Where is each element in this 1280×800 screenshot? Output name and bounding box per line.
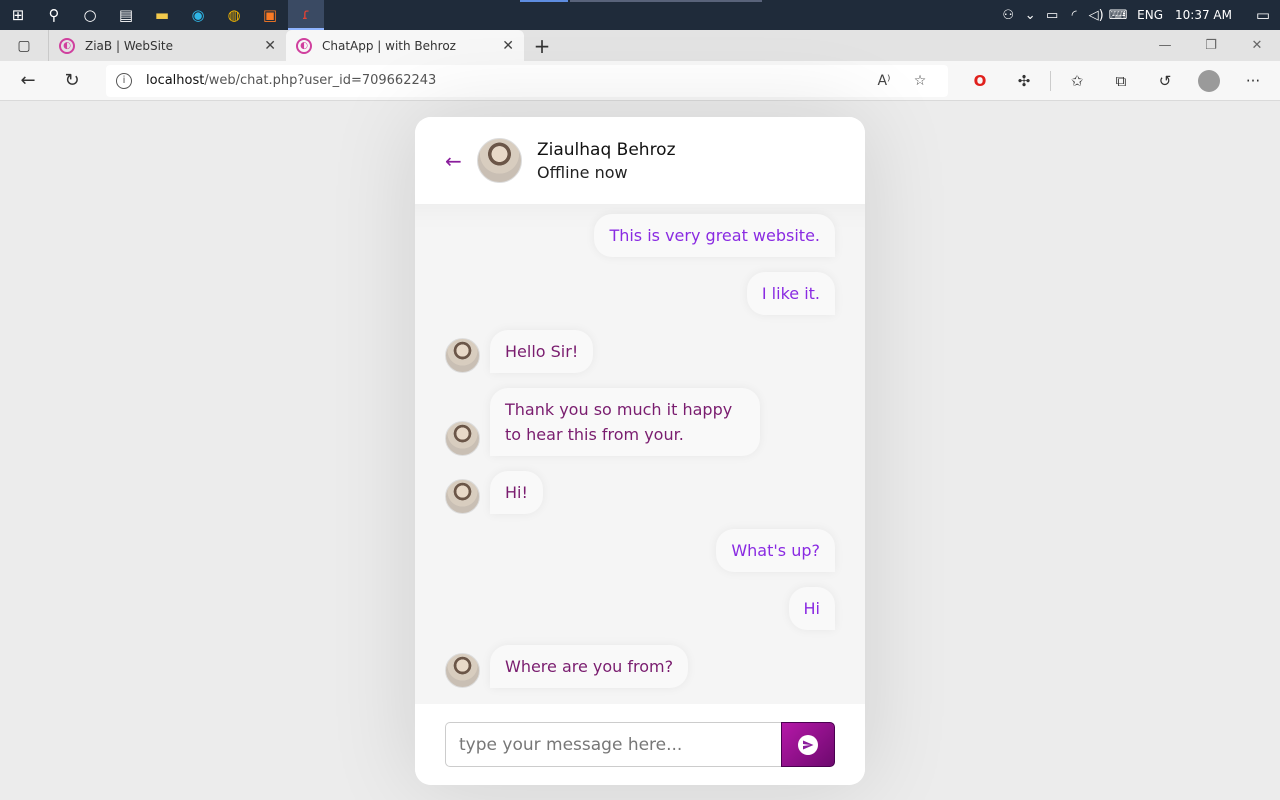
favorites-icon[interactable]: ✩	[1055, 72, 1099, 90]
taskbar-highlight	[520, 0, 568, 2]
peer-name: Ziaulhaq Behroz	[537, 139, 676, 160]
toolbar-divider	[1050, 70, 1051, 91]
incoming-message: Hello Sir!	[445, 330, 835, 373]
message-bubble: Thank you so much it happy to hear this …	[490, 388, 760, 456]
tab-title: ZiaB | WebSite	[85, 38, 174, 53]
tab-title: ChatApp | with Behroz	[322, 38, 456, 53]
avatar	[445, 653, 480, 688]
tab-actions-icon[interactable]: ▢	[0, 30, 48, 61]
tab-favicon-icon: ◐	[296, 37, 312, 54]
peer-status: Offline now	[537, 162, 628, 182]
toolbar-icons: O ✣ ✩ ⧉ ↺ ···	[958, 69, 1275, 92]
message-bubble: I like it.	[746, 272, 835, 315]
incoming-message: Thank you so much it happy to hear this …	[445, 388, 835, 456]
url-path: /web/chat.php?user_id=709662243	[204, 73, 437, 88]
back-arrow-icon[interactable]: ←	[445, 149, 465, 173]
history-icon[interactable]: ↺	[1143, 72, 1187, 90]
peer-info: Ziaulhaq Behroz Offline now	[537, 140, 676, 182]
people-icon[interactable]: ⚇	[997, 8, 1019, 23]
back-icon[interactable]: ←	[6, 61, 50, 101]
chat-card: ← Ziaulhaq Behroz Offline now This is ve…	[415, 117, 865, 785]
collections-icon[interactable]: ⧉	[1099, 72, 1143, 90]
incoming-message: Hi!	[445, 471, 835, 514]
avatar	[445, 479, 480, 514]
xampp-icon[interactable]: ▣	[252, 0, 288, 30]
app-icon-active[interactable]: ɾ	[288, 0, 324, 30]
address-bar[interactable]: i localhost/web/chat.php?user_id=7096622…	[106, 64, 948, 97]
outgoing-message: Hi	[445, 587, 835, 630]
tab-strip: ▢ ◐ ZiaB | WebSite ✕ ◐ ChatApp | with Be…	[0, 30, 1280, 61]
windows-taskbar: ⊞ ⚲ ○ ▤ ▬ ◉ ◍ ▣ ɾ ⚇ ⌄ ▭ ◜ ◁) ⌨ ENG 10:37…	[0, 0, 1280, 30]
search-icon[interactable]: ⚲	[36, 0, 72, 30]
close-tab-icon[interactable]: ✕	[264, 38, 276, 54]
url-host: localhost	[146, 73, 205, 88]
notifications-icon[interactable]: ▭	[1246, 6, 1280, 24]
chat-box[interactable]: This is very great website. I like it. H…	[415, 204, 865, 704]
typing-area	[415, 704, 865, 785]
outgoing-message: This is very great website.	[445, 214, 835, 257]
tab-chatapp[interactable]: ◐ ChatApp | with Behroz ✕	[286, 30, 524, 61]
message-bubble: Hi	[788, 587, 835, 630]
wifi-icon[interactable]: ◜	[1063, 8, 1085, 23]
taskbar-highlight-2	[570, 0, 762, 2]
clock[interactable]: 10:37 AM	[1175, 8, 1232, 22]
file-explorer-icon[interactable]: ▬	[144, 0, 180, 30]
profile-avatar-icon[interactable]	[1198, 69, 1220, 92]
message-bubble: This is very great website.	[594, 214, 835, 257]
add-favorite-icon[interactable]: ☆	[902, 73, 938, 89]
message-bubble: Where are you from?	[490, 645, 689, 688]
close-tab-icon[interactable]: ✕	[502, 38, 514, 54]
outgoing-message: What's up?	[445, 529, 835, 572]
more-menu-icon[interactable]: ···	[1231, 72, 1275, 90]
send-icon	[798, 734, 818, 755]
new-tab-button[interactable]: +	[524, 30, 560, 61]
extensions-icon[interactable]: ✣	[1002, 72, 1046, 90]
windows-start-icon[interactable]: ⊞	[0, 0, 36, 30]
volume-icon[interactable]: ◁)	[1085, 8, 1107, 23]
message-bubble: Hello Sir!	[490, 330, 594, 373]
battery-icon[interactable]: ▭	[1041, 8, 1063, 23]
outgoing-message: I like it.	[445, 272, 835, 315]
edge-icon[interactable]: ◉	[180, 0, 216, 30]
chat-header: ← Ziaulhaq Behroz Offline now	[415, 117, 865, 204]
browser-toolbar: ← ↻ i localhost/web/chat.php?user_id=709…	[0, 61, 1280, 101]
opera-extension-icon[interactable]: O	[958, 72, 1002, 90]
incoming-message: Where are you from?	[445, 645, 835, 688]
message-bubble: What's up?	[716, 529, 835, 572]
read-aloud-icon[interactable]: A⁾	[866, 73, 902, 89]
refresh-icon[interactable]: ↻	[50, 61, 94, 101]
tab-ziab-website[interactable]: ◐ ZiaB | WebSite ✕	[48, 30, 286, 61]
avatar	[445, 421, 480, 456]
avatar	[445, 338, 480, 373]
site-info-icon[interactable]: i	[116, 72, 132, 89]
keyboard-icon[interactable]: ⌨	[1107, 8, 1129, 23]
task-view-icon[interactable]: ▤	[108, 0, 144, 30]
tab-favicon-icon: ◐	[59, 37, 75, 54]
minimize-icon[interactable]: —	[1142, 30, 1188, 61]
window-controls: — ❐ ✕	[1142, 30, 1280, 61]
message-bubble: Hi!	[490, 471, 543, 514]
chevron-up-icon[interactable]: ⌄	[1019, 8, 1041, 23]
restore-icon[interactable]: ❐	[1188, 30, 1234, 61]
chrome-icon[interactable]: ◍	[216, 0, 252, 30]
cortana-icon[interactable]: ○	[72, 0, 108, 30]
message-input[interactable]	[445, 722, 781, 767]
system-tray: ⚇ ⌄ ▭ ◜ ◁) ⌨ ENG 10:37 AM ▭	[997, 0, 1280, 30]
send-button[interactable]	[781, 722, 835, 767]
avatar	[477, 138, 522, 183]
language-indicator[interactable]: ENG	[1137, 8, 1163, 22]
close-window-icon[interactable]: ✕	[1234, 30, 1280, 61]
